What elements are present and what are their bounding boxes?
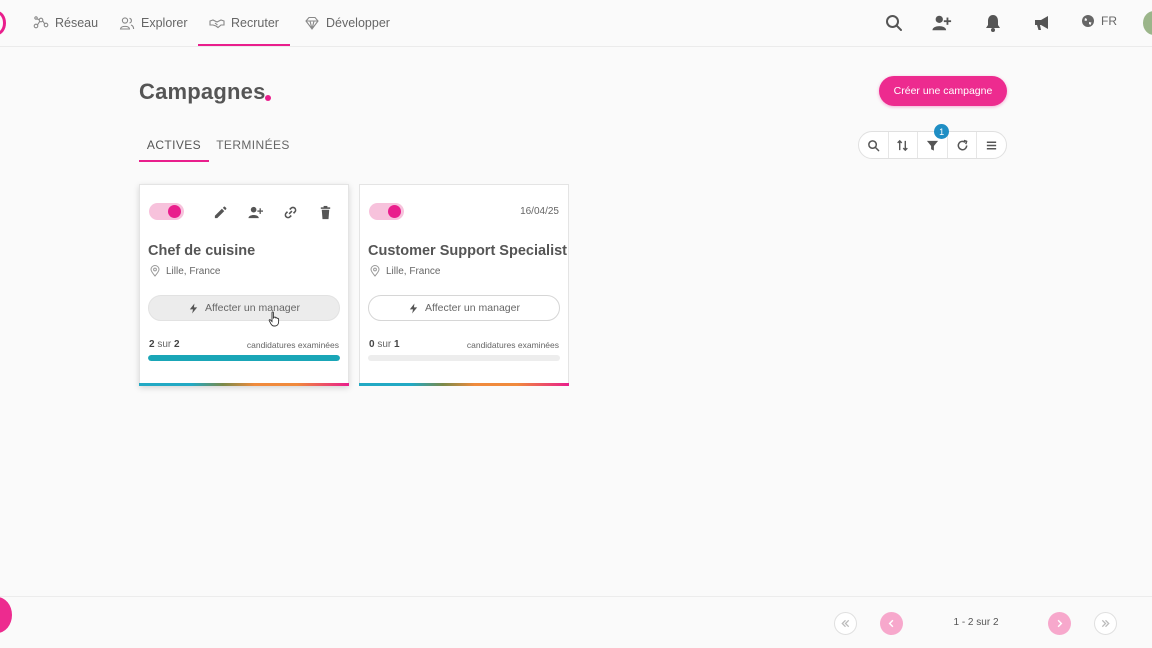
assign-manager-button[interactable]: Affecter un manager xyxy=(148,295,340,321)
location-label: Lille, France xyxy=(386,265,441,277)
network-icon xyxy=(33,16,49,29)
nav-item-recruter[interactable]: Recruter xyxy=(198,0,290,46)
card-actions xyxy=(211,203,334,221)
first-page-button[interactable] xyxy=(834,612,857,635)
assign-manager-label: Affecter un manager xyxy=(205,302,300,314)
toolbar-refresh-button[interactable] xyxy=(948,132,978,158)
toggle-knob xyxy=(388,205,401,218)
pointer-cursor-icon xyxy=(268,311,280,327)
toolbar-list-view-button[interactable] xyxy=(977,132,1006,158)
link-icon[interactable] xyxy=(281,203,299,221)
progress-label: candidatures examinées xyxy=(466,340,559,350)
campaign-card[interactable]: Chef de cuisine Lille, France Affecter u… xyxy=(139,184,349,386)
sort-icon xyxy=(897,139,909,151)
toggle-knob xyxy=(168,205,181,218)
create-campaign-button[interactable]: Créer une campagne xyxy=(879,76,1007,106)
app-logo[interactable] xyxy=(0,11,6,35)
last-page-button[interactable] xyxy=(1094,612,1117,635)
double-chevron-right-icon xyxy=(1101,619,1110,628)
megaphone-icon[interactable] xyxy=(1032,13,1052,33)
page-title: Campagnes xyxy=(139,79,266,104)
users-icon xyxy=(119,17,135,30)
bell-icon[interactable] xyxy=(983,13,1003,33)
campaign-active-toggle[interactable] xyxy=(149,203,184,220)
filter-icon xyxy=(926,140,939,151)
tab-terminees[interactable]: TERMINÉES xyxy=(216,138,289,168)
add-user-icon[interactable] xyxy=(932,13,954,33)
progress-fill xyxy=(148,355,340,361)
refresh-icon xyxy=(957,139,967,150)
progress-done: 0 xyxy=(369,339,375,350)
chevron-left-icon xyxy=(888,619,894,628)
double-chevron-left-icon xyxy=(841,619,850,628)
menu-icon xyxy=(987,141,997,149)
top-navigation: Réseau Explorer Recruter Développer FR xyxy=(0,0,1152,47)
add-user-icon[interactable] xyxy=(246,203,264,221)
progress-total: 1 xyxy=(394,339,400,350)
campaign-title: Chef de cuisine xyxy=(148,243,256,259)
campaign-location: Lille, France xyxy=(149,265,220,277)
card-accent-bar xyxy=(139,383,349,386)
progress-count: 0 sur 1 xyxy=(369,339,400,350)
location-pin-icon xyxy=(370,265,380,277)
campaign-location: Lille, France xyxy=(369,265,440,277)
progress-separator: sur xyxy=(377,339,392,350)
progress-separator: sur xyxy=(157,339,172,350)
globe-icon xyxy=(1082,15,1094,27)
toolbar-search-button[interactable] xyxy=(859,132,889,158)
nav-item-explorer[interactable]: Explorer xyxy=(119,0,188,46)
delete-icon[interactable] xyxy=(316,203,334,221)
edit-icon[interactable] xyxy=(211,203,229,221)
campaign-date: 16/04/25 xyxy=(520,206,559,217)
toolbar-sort-button[interactable] xyxy=(889,132,919,158)
assign-manager-label: Affecter un manager xyxy=(425,302,520,314)
avatar[interactable] xyxy=(1143,11,1152,35)
search-icon xyxy=(867,139,880,151)
nav-item-reseau[interactable]: Réseau xyxy=(33,0,98,46)
list-toolbar: 1 xyxy=(858,124,1007,159)
next-page-button[interactable] xyxy=(1048,612,1071,635)
progress-bar xyxy=(148,355,340,361)
previous-page-button[interactable] xyxy=(880,612,903,635)
location-label: Lille, France xyxy=(166,265,221,277)
campaign-card[interactable]: 16/04/25 Customer Support Specialist Lil… xyxy=(359,184,569,386)
chevron-right-icon xyxy=(1057,619,1063,628)
progress-label: candidatures examinées xyxy=(246,340,339,350)
diamond-icon xyxy=(305,16,319,30)
nav-item-label: Réseau xyxy=(55,16,99,30)
tab-actives[interactable]: ACTIVES xyxy=(139,138,209,162)
title-accent-dot xyxy=(265,95,271,101)
lightning-icon xyxy=(409,302,418,314)
language-label: FR xyxy=(1101,14,1117,28)
nav-item-label: Développer xyxy=(326,16,390,30)
search-icon[interactable] xyxy=(884,13,904,33)
nav-item-label: Explorer xyxy=(141,16,188,30)
progress-count: 2 sur 2 xyxy=(149,339,180,350)
progress-total: 2 xyxy=(174,339,180,350)
toolbar-filter-button[interactable]: 1 xyxy=(918,124,950,158)
card-accent-bar xyxy=(359,383,569,386)
nav-item-developper[interactable]: Développer xyxy=(304,0,390,46)
assign-manager-button[interactable]: Affecter un manager xyxy=(368,295,560,321)
pagination-info: 1 - 2 sur 2 xyxy=(953,617,999,628)
lightning-icon xyxy=(189,302,198,314)
location-pin-icon xyxy=(150,265,160,277)
progress-bar xyxy=(368,355,560,361)
campaign-active-toggle[interactable] xyxy=(369,203,404,220)
nav-item-label: Recruter xyxy=(231,16,279,30)
campaign-title: Customer Support Specialist xyxy=(368,243,568,259)
language-selector[interactable]: FR xyxy=(1081,14,1117,28)
progress-done: 2 xyxy=(149,339,155,350)
handshake-icon xyxy=(209,19,225,29)
